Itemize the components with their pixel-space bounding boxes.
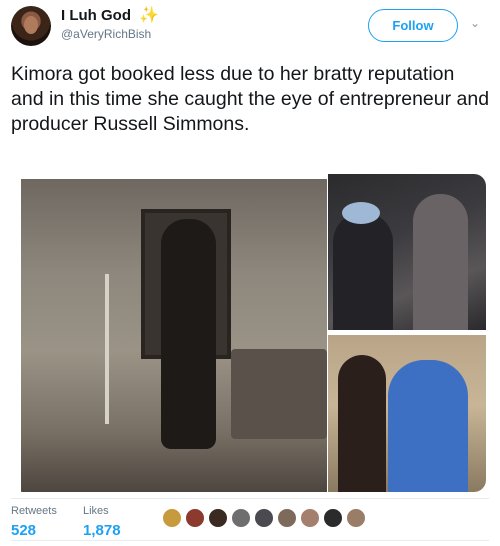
likes-stat[interactable]: Likes 1,878 [83, 505, 121, 539]
photo-billiards[interactable] [21, 179, 327, 492]
liker-avatar[interactable] [231, 508, 251, 528]
divider [11, 498, 489, 499]
likes-count: 1,878 [83, 522, 121, 539]
retweets-label: Retweets [11, 505, 57, 517]
user-avatar[interactable] [11, 6, 51, 46]
chevron-down-icon[interactable]: ⌄ [470, 16, 484, 30]
divider [11, 540, 489, 541]
liker-avatar[interactable] [162, 508, 182, 528]
liker-avatar[interactable] [185, 508, 205, 528]
liker-avatar[interactable] [254, 508, 274, 528]
tweet-header: I Luh God ✨ @aVeryRichBish Follow ⌄ [0, 0, 500, 52]
tweet-text: Kimora got booked less due to her bratty… [11, 63, 490, 135]
liker-avatar[interactable] [300, 508, 320, 528]
retweets-stat[interactable]: Retweets 528 [11, 505, 57, 539]
liker-avatar[interactable] [277, 508, 297, 528]
likes-label: Likes [83, 505, 109, 517]
user-handle[interactable]: @aVeryRichBish [61, 27, 151, 41]
liker-avatar[interactable] [323, 508, 343, 528]
liker-avatar[interactable] [208, 508, 228, 528]
media-grid [11, 174, 486, 492]
follow-button[interactable]: Follow [368, 9, 458, 42]
photo-couple-bottom[interactable] [328, 335, 486, 492]
display-name[interactable]: I Luh God [61, 7, 131, 24]
sparkle-icon: ✨ [139, 7, 159, 24]
retweets-count: 528 [11, 522, 37, 539]
photo-couple-top[interactable] [328, 174, 486, 330]
liker-avatar[interactable] [346, 508, 366, 528]
